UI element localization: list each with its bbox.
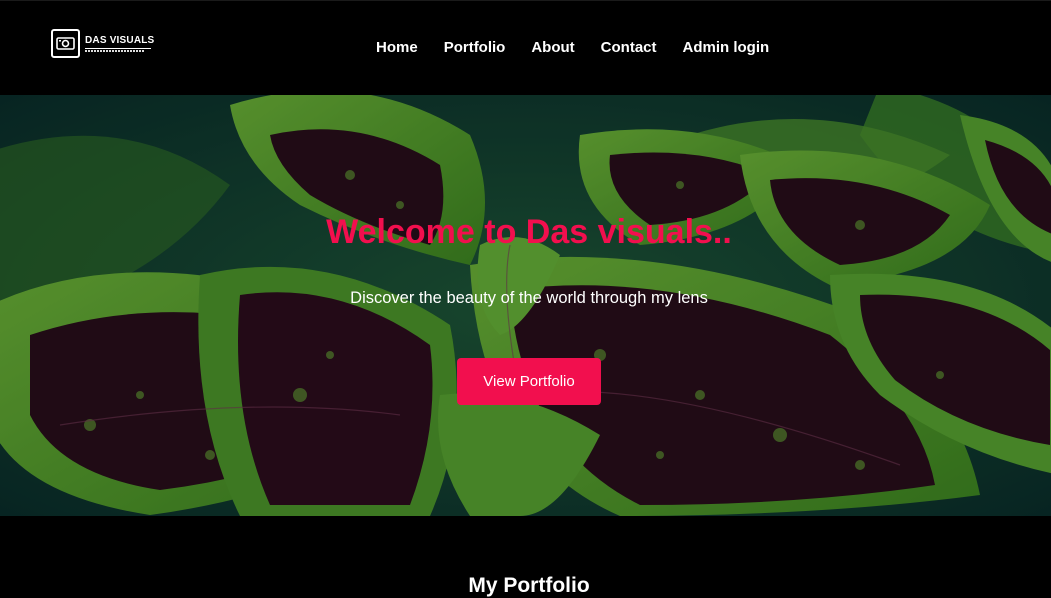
camera-icon [51,29,80,58]
hero-title: Welcome to Das visuals.. [326,213,732,251]
nav-link-about[interactable]: About [531,39,574,56]
brand-name: DAS VISUALS [85,35,155,46]
nav-link-home[interactable]: Home [376,39,418,56]
hero-section: Welcome to Das visuals.. Discover the be… [0,95,1051,516]
nav-link-contact[interactable]: Contact [601,39,657,56]
hero-subtitle: Discover the beauty of the world through… [350,289,708,307]
navbar: DAS VISUALS Home Portfolio About Contact… [0,0,1051,95]
main-nav: Home Portfolio About Contact Admin login [376,39,795,56]
view-portfolio-button[interactable]: View Portfolio [457,358,601,405]
logo-rule [85,48,151,49]
nav-link-portfolio[interactable]: Portfolio [444,39,506,56]
logo-tagline [85,50,145,52]
portfolio-section-heading: My Portfolio [468,574,590,597]
brand-logo[interactable]: DAS VISUALS [51,27,156,60]
nav-link-admin-login[interactable]: Admin login [683,39,770,56]
